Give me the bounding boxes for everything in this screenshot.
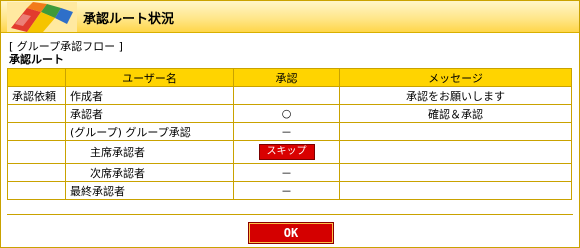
table-header-row: ユーザー名 承認 メッセージ <box>7 68 572 87</box>
row-message <box>339 122 572 141</box>
row-user: 最終承認者 <box>65 181 234 200</box>
table-row: 承認依頼 作成者 承認をお願いします <box>7 86 572 105</box>
footer-divider <box>7 214 573 215</box>
skip-button[interactable]: スキップ <box>258 144 315 160</box>
row-approval: － <box>233 122 340 141</box>
approval-route-table: ユーザー名 承認 メッセージ 承認依頼 作成者 承認をお願いします 承認者 ○ … <box>7 68 572 200</box>
row-category <box>7 181 66 200</box>
group-flow-label: [ グループ承認フロー ] <box>9 40 123 53</box>
row-message: 承認をお願いします <box>339 86 572 105</box>
route-label: 承認ルート <box>9 53 64 66</box>
column-header <box>7 68 66 87</box>
row-category <box>7 140 66 164</box>
row-user: 作成者 <box>65 86 234 105</box>
row-approval: スキップ <box>233 140 340 164</box>
window-header: 承認ルート状況 <box>1 1 579 33</box>
row-message <box>339 181 572 200</box>
row-message <box>339 140 572 164</box>
row-approval <box>233 86 340 105</box>
table-row: 次席承認者 － <box>7 163 572 182</box>
row-user: 承認者 <box>65 104 234 123</box>
row-category <box>7 104 66 123</box>
table-row: 承認者 ○ 確認＆承認 <box>7 104 572 123</box>
column-header-user: ユーザー名 <box>65 68 234 87</box>
table-row: (グループ) グループ承認 － <box>7 122 572 141</box>
row-category: 承認依頼 <box>7 86 66 105</box>
row-approval: － <box>233 181 340 200</box>
row-user: 次席承認者 <box>65 163 234 182</box>
column-header-message: メッセージ <box>339 68 572 87</box>
table-row: 最終承認者 － <box>7 181 572 200</box>
ok-button[interactable]: OK <box>248 222 334 244</box>
row-category <box>7 163 66 182</box>
row-category <box>7 122 66 141</box>
colorful-books-icon <box>7 2 77 32</box>
row-user: (グループ) グループ承認 <box>65 122 234 141</box>
page-title: 承認ルート状況 <box>83 12 175 27</box>
row-user: 主席承認者 <box>65 140 234 164</box>
table-row: 主席承認者 スキップ <box>7 140 572 164</box>
row-message <box>339 163 572 182</box>
approval-route-window: 承認ルート状況 [ グループ承認フロー ] 承認ルート ユーザー名 承認 メッセ… <box>0 0 580 248</box>
row-approval: － <box>233 163 340 182</box>
row-message: 確認＆承認 <box>339 104 572 123</box>
row-approval: ○ <box>233 104 340 123</box>
column-header-approval: 承認 <box>233 68 340 87</box>
